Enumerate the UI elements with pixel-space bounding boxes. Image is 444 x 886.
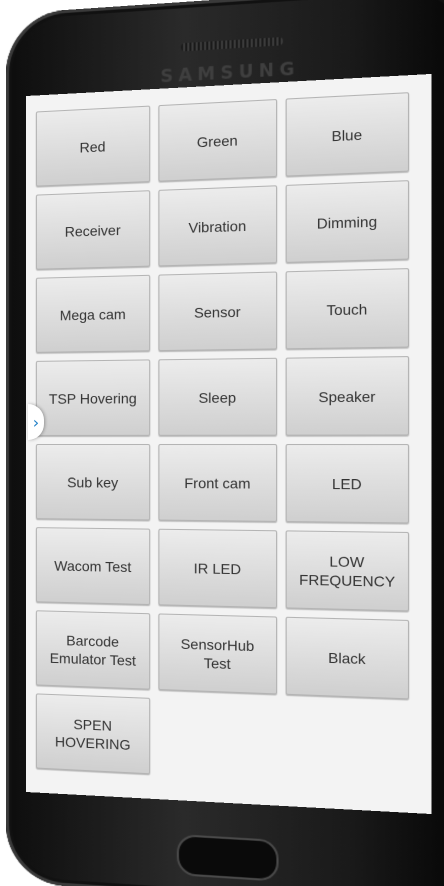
receiver-test-button[interactable]: Receiver xyxy=(35,190,151,270)
blue-test-button[interactable]: Blue xyxy=(285,92,410,177)
front-cam-test-button[interactable]: Front cam xyxy=(158,444,278,522)
sub-key-test-button[interactable]: Sub key xyxy=(35,444,151,521)
touch-test-button[interactable]: Touch xyxy=(285,268,410,350)
spen-hovering-test-button[interactable]: SPEN HOVERING xyxy=(35,693,151,775)
test-button-grid: Red Green Blue Receiver Vibration Dimmin… xyxy=(35,92,420,788)
dimming-test-button[interactable]: Dimming xyxy=(285,180,410,263)
tsp-hovering-test-button[interactable]: TSP Hovering xyxy=(35,359,151,436)
sensor-test-button[interactable]: Sensor xyxy=(158,271,278,352)
wacom-test-button[interactable]: Wacom Test xyxy=(35,527,151,606)
speaker-test-button[interactable]: Speaker xyxy=(285,356,410,436)
led-test-button[interactable]: LED xyxy=(285,444,410,524)
low-frequency-test-button[interactable]: LOW FREQUENCY xyxy=(285,530,410,612)
red-test-button[interactable]: Red xyxy=(35,105,151,187)
barcode-emulator-test-button[interactable]: Barcode Emulator Test xyxy=(35,610,151,690)
photo-stage: SAMSUNG Red Green Blue Receiver Vibratio… xyxy=(0,0,444,886)
sleep-test-button[interactable]: Sleep xyxy=(158,357,278,436)
mega-cam-test-button[interactable]: Mega cam xyxy=(35,274,151,353)
black-test-button[interactable]: Black xyxy=(285,616,410,700)
ir-led-test-button[interactable]: IR LED xyxy=(158,528,278,609)
sensorhub-test-button[interactable]: SensorHub Test xyxy=(158,613,278,695)
earpiece-speaker xyxy=(180,36,283,52)
home-button[interactable] xyxy=(176,834,279,882)
test-menu-screen: Red Green Blue Receiver Vibration Dimmin… xyxy=(26,73,432,815)
green-test-button[interactable]: Green xyxy=(158,98,278,182)
chevron-right-icon: › xyxy=(32,412,40,432)
vibration-test-button[interactable]: Vibration xyxy=(158,185,278,267)
